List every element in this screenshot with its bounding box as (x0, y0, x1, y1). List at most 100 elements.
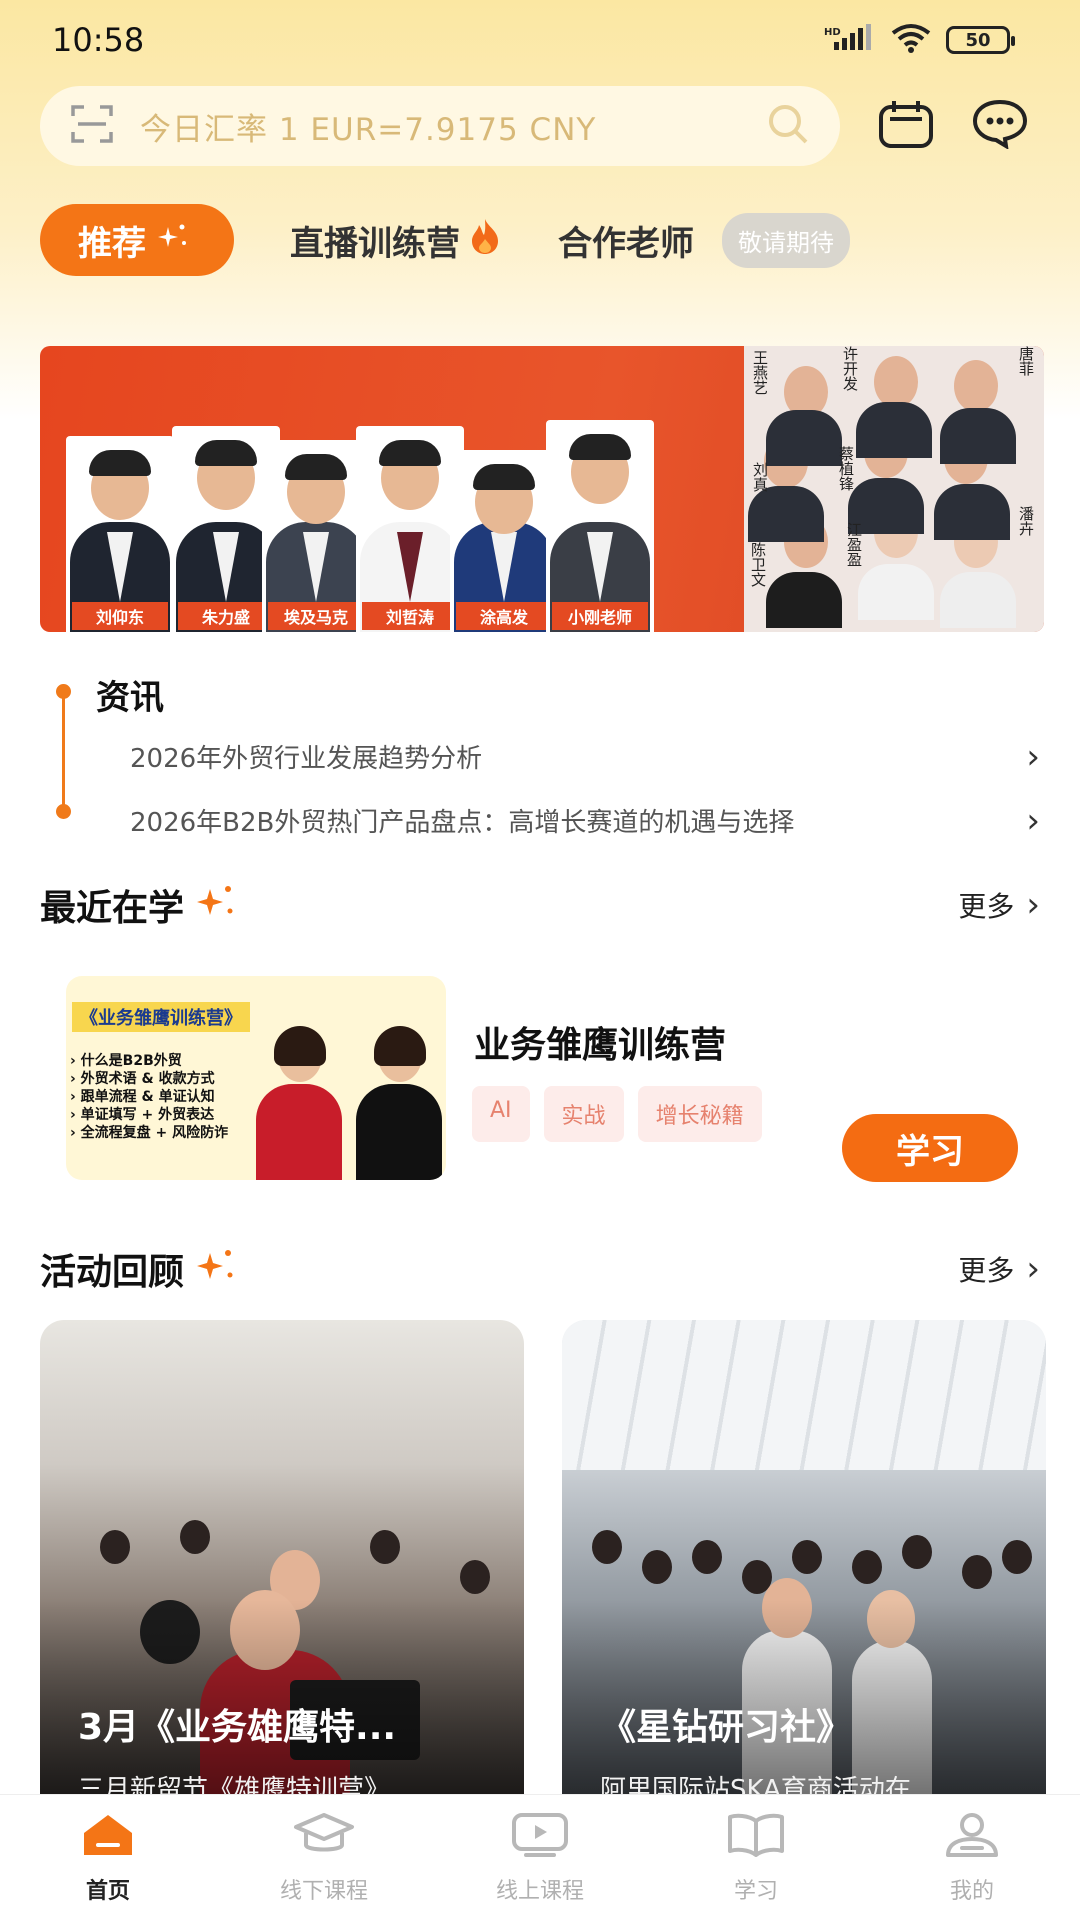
nav-online-courses[interactable]: 线上课程 (460, 1811, 620, 1905)
tab-recommend[interactable]: 推荐 (40, 204, 234, 276)
book-icon (724, 1811, 788, 1863)
chevron-right-icon: › (1026, 885, 1040, 925)
collage-name: 唐菲 (1017, 346, 1035, 376)
teacher-name: 埃及马克 (268, 602, 364, 630)
signal-icon: HD (824, 24, 876, 56)
collage-name: 蔡植锋 (837, 446, 855, 491)
nav-profile-label: 我的 (949, 1878, 994, 1904)
sparkle-icon (156, 220, 190, 260)
nav-home[interactable]: 首页 (28, 1811, 188, 1905)
bottom-nav: 首页 线下课程 线上课程 学习 我的 (0, 1794, 1080, 1920)
teacher-name: 小刚老师 (552, 602, 648, 630)
activity-title: 《星钻研习社》 (600, 1707, 853, 1748)
tab-live-camp-label: 直播训练营 (290, 223, 460, 264)
instructor-image (256, 1026, 342, 1180)
activities-title: 活动回顾 (40, 1243, 238, 1295)
nav-online-label: 线上课程 (495, 1878, 584, 1904)
news-section: 资讯 2026年外贸行业发展趋势分析 › 2026年B2B外贸热门产品盘点：高增… (40, 660, 1040, 850)
tab-live-camp[interactable]: 直播训练营 (290, 216, 502, 265)
chevron-right-icon: › (1026, 1249, 1040, 1289)
course-tag: 实战 (543, 1086, 624, 1142)
instructor-image (356, 1026, 442, 1180)
recent-title: 最近在学 (40, 879, 238, 931)
message-icon[interactable] (972, 99, 1028, 153)
tab-recommend-label: 推荐 (78, 223, 146, 264)
activities-more-link[interactable]: 更多 › (958, 1249, 1040, 1289)
news-timeline (62, 690, 65, 810)
more-label: 更多 (958, 1254, 1015, 1287)
status-icons: HD 50 (824, 23, 1015, 57)
activity-card[interactable]: 《星钻研习社》 阿里国际站SKA育商活动在... (562, 1320, 1046, 1800)
teacher-name: 刘仰东 (72, 602, 168, 630)
more-label: 更多 (958, 890, 1015, 923)
sparkle-icon (194, 881, 238, 930)
scan-icon[interactable] (70, 104, 114, 148)
course-tags: AI 实战 增长秘籍 (472, 1086, 762, 1142)
teacher-photo: 刘哲涛 (356, 426, 464, 632)
home-icon (78, 1811, 138, 1863)
coming-soon-badge: 敬请期待 (722, 212, 850, 268)
calendar-icon[interactable] (878, 99, 934, 153)
teacher-name: 刘哲涛 (362, 602, 458, 630)
nav-study-label: 学习 (733, 1878, 778, 1904)
collage-name: 许开发 (841, 346, 859, 391)
course-thumbnail[interactable]: 《业务雏鹰训练营》 › 什么是B2B外贸 › 外贸术语 & 收款方式 › 跟单流… (66, 976, 446, 1180)
teacher-name: 朱力盛 (178, 602, 274, 630)
tab-partner-teachers-label: 合作老师 (558, 223, 694, 264)
nav-home-label: 首页 (85, 1878, 130, 1904)
activities-header: 活动回顾 更多 › (40, 1244, 1040, 1294)
category-tabs: 推荐 直播训练营 合作老师 敬请期待 (40, 204, 1080, 276)
teacher-name: 涂高发 (456, 602, 552, 630)
news-title: 资讯 (96, 678, 164, 718)
recent-header: 最近在学 更多 › (40, 880, 1040, 930)
user-icon (940, 1811, 1004, 1863)
tab-partner-teachers[interactable]: 合作老师 敬请期待 (558, 212, 850, 268)
teacher-collage: 王燕艺 许开发 唐菲 刘真 蔡植锋 江盈盈 陈卫文 潘卉 (744, 346, 1044, 632)
search-placeholder: 今日汇率 1 EUR=7.9175 CNY (140, 111, 597, 148)
news-item-text: 2026年B2B外贸热门产品盘点：高增长赛道的机遇与选择 (130, 808, 795, 838)
nav-offline-courses[interactable]: 线下课程 (244, 1811, 404, 1905)
network-type-label: HD (824, 27, 841, 38)
graduation-cap-icon (292, 1811, 356, 1863)
nav-study[interactable]: 学习 (676, 1811, 836, 1905)
course-tag: 增长秘籍 (637, 1086, 762, 1142)
timeline-dot (56, 684, 71, 699)
news-item[interactable]: 2026年B2B外贸热门产品盘点：高增长赛道的机遇与选择 › (130, 802, 1040, 839)
course-name[interactable]: 业务雏鹰训练营 (474, 1016, 726, 1068)
thumbnail-bullets: › 什么是B2B外贸 › 外贸术语 & 收款方式 › 跟单流程 & 单证认知 ›… (70, 1053, 229, 1141)
nav-profile[interactable]: 我的 (892, 1811, 1052, 1905)
status-bar: 10:58 HD 50 (0, 0, 1080, 80)
collage-name: 潘卉 (1017, 506, 1035, 536)
collage-name: 王燕艺 (751, 350, 769, 395)
teacher-photo: 涂高发 (450, 450, 558, 632)
battery-icon: 50 (946, 26, 1015, 54)
promo-banner[interactable]: 刘仰东 朱力盛 埃及马克 刘哲涛 涂高发 小刚老师 王燕艺 许开发 唐菲 刘真 … (40, 346, 1044, 632)
news-item-text: 2026年外贸行业发展趋势分析 (130, 744, 483, 774)
teacher-photo: 小刚老师 (546, 420, 654, 632)
search-icon[interactable] (766, 102, 810, 150)
chevron-right-icon: › (1026, 736, 1040, 777)
search-row: 今日汇率 1 EUR=7.9175 CNY (40, 86, 1040, 166)
collage-name: 陈卫文 (749, 542, 767, 587)
nav-offline-label: 线下课程 (279, 1878, 368, 1904)
activities-title-text: 活动回顾 (40, 1252, 185, 1293)
fire-icon (468, 217, 502, 264)
recent-title-text: 最近在学 (40, 888, 185, 929)
news-item[interactable]: 2026年外贸行业发展趋势分析 › (130, 738, 1040, 775)
wifi-icon (890, 23, 932, 57)
teacher-photo: 刘仰东 (66, 436, 174, 632)
activity-card[interactable]: 3月《业务雄鹰特... 三月新留节《雄鹰特训营》... (40, 1320, 524, 1800)
course-tag: AI (472, 1086, 530, 1142)
status-time: 10:58 (52, 21, 145, 59)
sparkle-icon (194, 1245, 238, 1294)
collage-name: 江盈盈 (845, 522, 863, 567)
study-button[interactable]: 学习 (842, 1114, 1018, 1182)
teacher-photo: 埃及马克 (262, 440, 370, 632)
chevron-right-icon: › (1026, 800, 1040, 841)
video-play-icon (508, 1811, 572, 1863)
search-bar[interactable]: 今日汇率 1 EUR=7.9175 CNY (40, 86, 840, 166)
timeline-dot (56, 804, 71, 819)
activity-title: 3月《业务雄鹰特... (78, 1707, 397, 1748)
thumbnail-title: 《业务雏鹰训练营》 (72, 1002, 250, 1032)
recent-more-link[interactable]: 更多 › (958, 885, 1040, 925)
